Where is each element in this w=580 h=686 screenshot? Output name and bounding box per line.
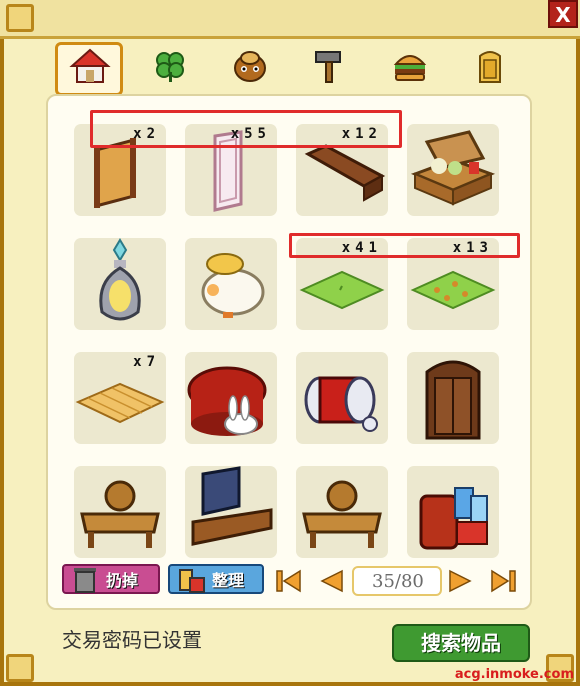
item-slot-open-suitcase[interactable] xyxy=(407,124,499,216)
duck-plush-icon xyxy=(201,253,265,318)
sort-label: 整理 xyxy=(212,571,245,590)
sort-icon xyxy=(179,569,205,593)
clover-icon xyxy=(156,52,184,82)
tab-door[interactable] xyxy=(450,40,530,92)
tab-clover[interactable] xyxy=(130,40,210,92)
item-slot-red-tea-table-rabbit[interactable] xyxy=(185,352,277,444)
tab-coin-face[interactable] xyxy=(210,40,290,92)
discard-label: 扔掉 xyxy=(106,571,139,590)
house-icon xyxy=(69,48,111,83)
discard-button[interactable]: 扔掉 xyxy=(62,564,160,594)
highlight-box xyxy=(90,110,402,148)
last-page-button[interactable] xyxy=(488,566,518,596)
item-slot-wooden-bench-2[interactable] xyxy=(296,466,388,558)
coin-face-icon xyxy=(234,51,266,82)
corner-ornament xyxy=(6,654,34,682)
first-page-button[interactable] xyxy=(274,566,304,596)
wooden-bench-icon xyxy=(80,480,160,548)
open-suitcase-icon xyxy=(410,130,496,206)
category-tabs xyxy=(50,40,530,96)
burger-icon xyxy=(393,55,427,81)
title-bar xyxy=(0,0,580,39)
close-button[interactable]: X xyxy=(548,0,578,28)
item-slot-wooden-wardrobe[interactable] xyxy=(407,352,499,444)
prev-page-button[interactable] xyxy=(316,566,346,596)
red-drum-icon xyxy=(304,376,378,432)
item-slot-wood-floor-tile[interactable]: x7 xyxy=(74,352,166,444)
tv-stand-icon xyxy=(191,466,273,546)
item-slot-wooden-bench[interactable] xyxy=(74,466,166,558)
search-items-button[interactable]: 搜索物品 xyxy=(392,624,530,662)
item-slot-duck-plush[interactable] xyxy=(185,238,277,330)
tab-hammer[interactable] xyxy=(290,40,370,92)
wooden-wardrobe-icon xyxy=(425,360,481,440)
crystal-lantern-icon xyxy=(99,238,141,321)
item-quantity: x7 xyxy=(133,354,160,370)
door-icon xyxy=(479,51,501,83)
wooden-bench-icon xyxy=(302,480,382,548)
tab-burger[interactable] xyxy=(370,40,450,92)
item-slot-gift-bags-chair[interactable] xyxy=(407,466,499,558)
sort-button[interactable]: 整理 xyxy=(168,564,264,594)
gift-bags-chair-icon xyxy=(419,487,488,550)
next-page-button[interactable] xyxy=(446,566,476,596)
red-tea-table-rabbit-icon xyxy=(187,366,267,436)
trade-password-status: 交易密码已设置 xyxy=(62,628,202,652)
trash-icon xyxy=(74,568,96,593)
hammer-icon xyxy=(315,51,341,83)
item-slot-tv-stand[interactable] xyxy=(185,466,277,558)
corner-ornament xyxy=(6,4,34,32)
watermark: acg.inmoke.com xyxy=(454,667,574,682)
item-slot-red-drum[interactable] xyxy=(296,352,388,444)
inventory-panel: x2 x55 x12 x41 x13 x7 xyxy=(46,94,532,610)
item-slot-crystal-lantern[interactable] xyxy=(74,238,166,330)
highlight-box xyxy=(289,233,520,258)
tab-house[interactable] xyxy=(50,40,130,96)
page-indicator: 35/80 xyxy=(352,566,442,596)
